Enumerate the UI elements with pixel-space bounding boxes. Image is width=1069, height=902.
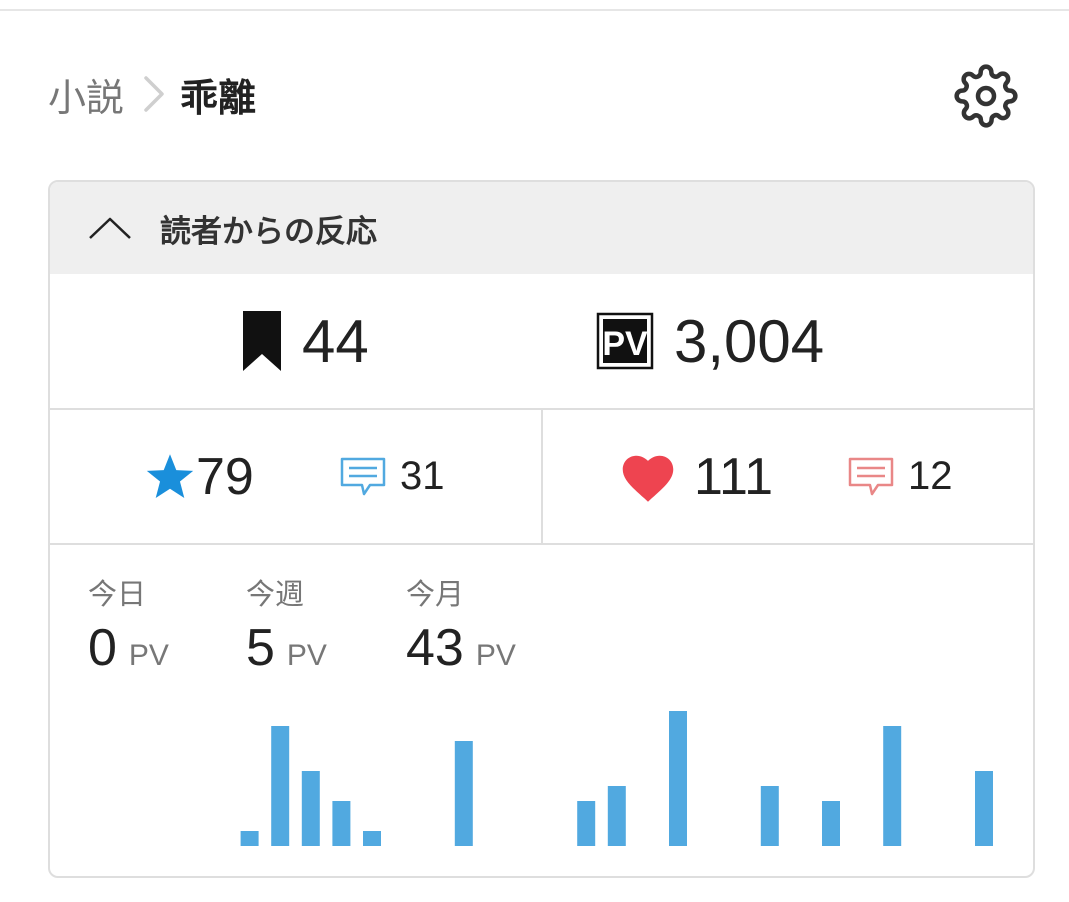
reader-reactions-card: 読者からの反応 44 PV 3,004 79 31 111 12 今日 0 PV… <box>48 180 1035 878</box>
pv-month-label: 今月 <box>406 577 465 611</box>
totals-row: 44 PV 3,004 <box>50 274 1033 410</box>
pv-bar <box>301 771 320 846</box>
bookmark-count: 44 <box>302 307 369 375</box>
speech-bubble-icon <box>848 457 894 495</box>
reactions-title: 読者からの反応 <box>160 213 377 250</box>
bookmark-stat: 44 <box>242 274 369 408</box>
heart-count: 111 <box>694 447 774 506</box>
pv-bar <box>975 771 993 846</box>
pv-bar <box>822 801 840 846</box>
daily-pv-bar-chart <box>240 711 993 846</box>
pv-today-value: 0 <box>88 619 117 677</box>
heart-comments-stat[interactable]: 12 <box>848 410 953 543</box>
star-icon <box>146 453 194 498</box>
heart-stat[interactable]: 111 <box>618 410 773 543</box>
heart-comment-count: 12 <box>908 454 953 498</box>
total-pv-count: 3,004 <box>674 307 825 375</box>
page-title: 乖離 <box>180 75 257 120</box>
pv-bar <box>607 786 626 846</box>
breadcrumb-parent-link[interactable]: 小説 <box>48 67 124 122</box>
pv-unit: PV <box>286 639 327 672</box>
reactions-row: 79 31 111 12 <box>50 410 1033 545</box>
speech-bubble-icon <box>340 457 386 495</box>
pv-week-value: 5 <box>246 619 275 677</box>
pv-bar <box>577 801 596 846</box>
pv-bar <box>332 801 351 846</box>
pv-bar <box>760 786 779 846</box>
gear-icon[interactable] <box>954 64 1018 128</box>
reactions-header[interactable]: 読者からの反応 <box>50 182 1033 274</box>
pv-today: 今日 0 PV <box>88 574 169 678</box>
pv-bar <box>240 831 259 846</box>
pv-bar <box>271 726 290 846</box>
top-divider <box>0 9 1069 11</box>
heart-icon <box>622 455 674 502</box>
pv-month-value: 43 <box>406 619 464 677</box>
column-divider <box>541 410 543 543</box>
pv-week: 今週 5 PV <box>246 574 327 678</box>
pv-week-label: 今週 <box>246 577 305 611</box>
pv-icon-label: PV <box>602 325 648 363</box>
bookmark-icon <box>243 311 281 371</box>
pv-bar <box>669 711 687 846</box>
pv-icon: PV <box>596 312 654 370</box>
breadcrumb: 小説 乖離 <box>48 66 256 122</box>
pv-month: 今月 43 PV <box>406 574 516 678</box>
pv-unit: PV <box>475 639 516 672</box>
star-count: 79 <box>196 447 254 506</box>
pv-bar <box>454 741 473 846</box>
pv-bar <box>363 831 381 846</box>
star-comments-stat[interactable]: 31 <box>340 410 445 543</box>
total-pv-stat: PV 3,004 <box>596 274 824 408</box>
chevron-right-icon <box>142 74 166 114</box>
pv-today-label: 今日 <box>88 577 147 611</box>
star-stat[interactable]: 79 <box>144 410 254 543</box>
chevron-up-icon <box>89 217 131 239</box>
pv-bar <box>883 726 902 846</box>
star-comment-count: 31 <box>400 454 445 498</box>
pv-unit: PV <box>128 639 169 672</box>
